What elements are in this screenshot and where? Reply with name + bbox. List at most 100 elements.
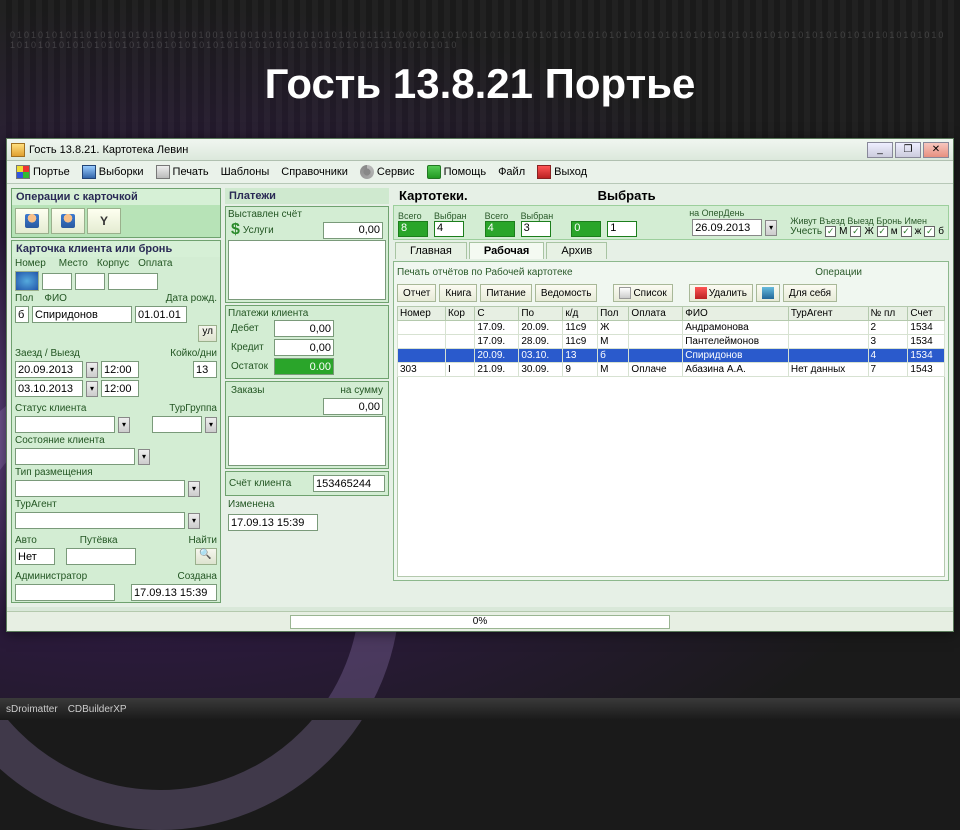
btn-otchet[interactable]: Отчет xyxy=(397,284,436,302)
gear-icon xyxy=(360,165,374,179)
menubar: Портье Выборки Печать Шаблоны Справочник… xyxy=(7,161,953,184)
btn-save[interactable] xyxy=(756,284,780,302)
cnt-3b: 1 xyxy=(607,221,637,237)
changed-input[interactable] xyxy=(228,514,318,531)
maximize-button[interactable]: ❐ xyxy=(895,142,921,158)
operday-drop[interactable]: ▾ xyxy=(765,220,777,236)
btn-udalit[interactable]: Удалить xyxy=(689,284,753,302)
orders-input[interactable] xyxy=(323,398,383,415)
putevka-input[interactable] xyxy=(66,548,136,565)
menu-help[interactable]: Помощь xyxy=(422,163,492,181)
menu-porter[interactable]: Портье xyxy=(11,163,75,181)
table-row[interactable]: 17.09.28.09.11с9МПантелеймонов31534 xyxy=(398,335,945,349)
status-drop[interactable]: ▾ xyxy=(118,417,130,433)
window-title: Гость 13.8.21. Картотека Левин xyxy=(29,144,188,156)
grid-icon xyxy=(16,165,30,179)
label-orders-sum: на сумму xyxy=(340,385,383,396)
table-row[interactable]: 303І21.09.30.09.9МОплачеАбазина А.А.Нет … xyxy=(398,363,945,377)
find-button[interactable]: 🔍 xyxy=(195,548,217,565)
btn-dlyaseb[interactable]: Для себя xyxy=(783,284,837,302)
chk-m2[interactable]: ✓ xyxy=(877,226,888,237)
print-caption: Печать отчётов по Рабочей картотеке xyxy=(397,267,573,278)
globe-button[interactable] xyxy=(15,271,39,291)
taskbar-item-a[interactable]: sDroimatter xyxy=(6,704,58,715)
tip-drop[interactable]: ▾ xyxy=(188,481,200,497)
table-row[interactable]: 20.09.03.10.13бСпиридонов41534 xyxy=(398,349,945,363)
date-in-drop[interactable]: ▾ xyxy=(86,362,98,378)
turgrp-input[interactable] xyxy=(152,416,202,433)
koiko-input[interactable] xyxy=(193,361,217,378)
label-ostatok: Остаток xyxy=(231,361,271,372)
time-out-input[interactable] xyxy=(101,380,139,397)
btn-spisok[interactable]: Список xyxy=(613,284,672,302)
minimize-button[interactable]: _ xyxy=(867,142,893,158)
turagent-drop[interactable]: ▾ xyxy=(188,513,200,529)
created-input[interactable] xyxy=(131,584,217,601)
chk-Zh[interactable]: ✓ xyxy=(850,226,861,237)
close-button[interactable]: ✕ xyxy=(923,142,949,158)
mesto-input[interactable] xyxy=(75,273,105,290)
turgrp-drop[interactable]: ▾ xyxy=(205,417,217,433)
chk-b[interactable]: ✓ xyxy=(924,226,935,237)
tabs: Главная Рабочая Архив xyxy=(393,242,949,259)
oplata-input[interactable] xyxy=(108,273,158,290)
sost-input[interactable] xyxy=(15,448,135,465)
turagent-input[interactable] xyxy=(15,512,185,529)
label-najti: Найти xyxy=(188,535,217,546)
dob-input[interactable] xyxy=(135,306,187,323)
menu-exit[interactable]: Выход xyxy=(532,163,592,181)
btn-vedom[interactable]: Ведомость xyxy=(535,284,598,302)
tab-main[interactable]: Главная xyxy=(395,242,467,259)
services-input[interactable] xyxy=(323,222,383,239)
ul-button[interactable]: ул xyxy=(198,325,217,342)
menu-file[interactable]: Файл xyxy=(493,164,530,180)
btn-kniga[interactable]: Книга xyxy=(439,284,477,302)
label-status: Статус клиента xyxy=(15,403,86,414)
label-avto: Авто xyxy=(15,535,37,546)
admin-input[interactable] xyxy=(15,584,115,601)
data-grid[interactable]: Номер Кор С По к/д Пол Оплата ФИО ТурАге… xyxy=(397,306,945,377)
app-window: Гость 13.8.21. Картотека Левин _ ❐ ✕ Пор… xyxy=(6,138,954,632)
debet-input[interactable] xyxy=(274,320,334,337)
nomer-input[interactable] xyxy=(42,273,72,290)
date-out-drop[interactable]: ▾ xyxy=(86,381,98,397)
date-in-input[interactable] xyxy=(15,361,83,378)
cnt-3a: 0 xyxy=(571,221,601,237)
tab-arch[interactable]: Архив xyxy=(546,242,607,259)
menu-service[interactable]: Сервис xyxy=(355,163,420,181)
orders-list[interactable] xyxy=(228,416,386,466)
label-account: Счёт клиента xyxy=(229,478,291,489)
annot-kartoteki: Картотеки. xyxy=(399,188,468,203)
status-input[interactable] xyxy=(15,416,115,433)
pol-input[interactable] xyxy=(15,306,29,323)
chk-zh2[interactable]: ✓ xyxy=(901,226,912,237)
operday-input[interactable] xyxy=(692,219,762,236)
menu-refs[interactable]: Справочники xyxy=(276,164,353,180)
btn-pitanie[interactable]: Питание xyxy=(480,284,531,302)
menu-select[interactable]: Выборки xyxy=(77,163,149,181)
fio-input[interactable] xyxy=(32,306,132,323)
avto-input[interactable] xyxy=(15,548,55,565)
tab-work[interactable]: Рабочая xyxy=(469,242,544,259)
menu-print[interactable]: Печать xyxy=(151,163,214,181)
bill-list[interactable] xyxy=(228,240,386,300)
chk-M[interactable]: ✓ xyxy=(825,226,836,237)
cnt-1a: 8 xyxy=(398,221,428,237)
tip-input[interactable] xyxy=(15,480,185,497)
taskbar-item-b[interactable]: CDBuilderXP xyxy=(68,704,127,715)
account-input[interactable] xyxy=(313,475,385,492)
sost-drop[interactable]: ▾ xyxy=(138,449,150,465)
credit-input[interactable] xyxy=(274,339,334,356)
taskbar: sDroimatter CDBuilderXP xyxy=(0,698,960,720)
label-zaezd: Заезд / Выезд xyxy=(15,348,80,359)
ostatok-input[interactable] xyxy=(274,358,334,375)
time-in-input[interactable] xyxy=(101,361,139,378)
label-pol: Пол xyxy=(15,293,33,304)
y-button[interactable]: Y xyxy=(87,208,121,234)
date-out-input[interactable] xyxy=(15,380,83,397)
table-row[interactable]: 17.09.20.09.11с9ЖАндрамонова21534 xyxy=(398,321,945,335)
menu-templates[interactable]: Шаблоны xyxy=(216,164,275,180)
person2-button[interactable] xyxy=(51,208,85,234)
label-putevka: Путёвка xyxy=(80,535,118,546)
person1-button[interactable] xyxy=(15,208,49,234)
